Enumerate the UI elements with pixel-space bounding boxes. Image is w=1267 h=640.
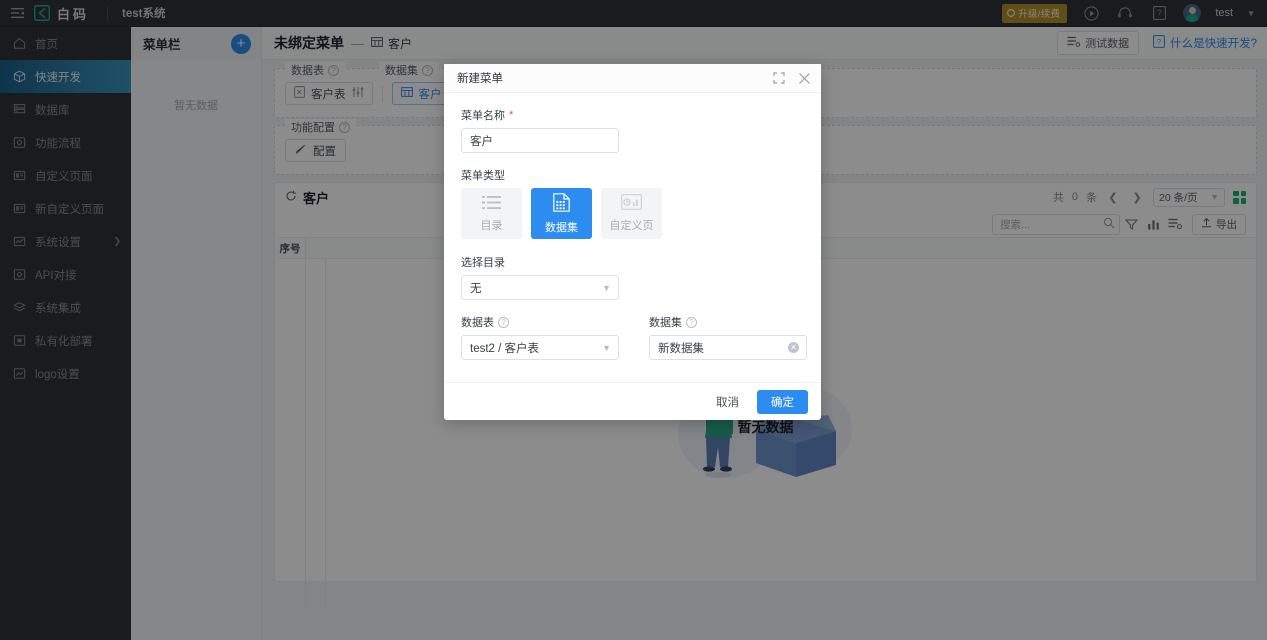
dataset-field-group: 数据集 ? 新数据集 ✕ [649,314,807,360]
catalog-value: 无 [470,282,482,295]
table-label: 数据表 ? [461,314,619,330]
menu-type-field-group: 菜单类型 目录 数据集 自定义页 [461,167,804,239]
list-icon [482,195,501,213]
help-icon[interactable]: ? [686,316,697,328]
app-root: 白码 test系统 升级/续费 ? test ▼ 首页 快速开发 数据库 功能流… [0,0,1267,640]
custom-dashboard-icon [621,194,642,213]
help-icon[interactable]: ? [498,316,509,328]
menu-type-option-dataset[interactable]: 数据集 [531,188,592,239]
catalog-label-text: 选择目录 [461,257,505,269]
new-menu-dialog: 新建菜单 菜单名称 * 客户 菜单类型 目录 数据集 自定义页 选择目录 无 ▼… [444,64,821,420]
dataset-input[interactable]: 新数据集 ✕ [649,335,807,360]
clear-icon[interactable]: ✕ [788,342,799,353]
dialog-footer: 取消 确定 [444,382,821,420]
table-value: test2 / 客户表 [470,342,540,355]
menu-type-option-custom-page[interactable]: 自定义页 [601,188,662,239]
chevron-down-icon: ▼ [602,282,611,293]
catalog-select[interactable]: 无 ▼ [461,275,619,300]
menu-name-input[interactable]: 客户 [461,128,619,153]
menu-name-value: 客户 [470,135,493,148]
chevron-down-icon: ▼ [602,342,611,353]
table-label-text: 数据表 [461,317,494,329]
cancel-button[interactable]: 取消 [709,390,746,414]
dataset-label-text: 数据集 [649,317,682,329]
catalog-field-group: 选择目录 无 ▼ [461,254,804,300]
menu-type-option-label: 自定义页 [609,220,654,232]
dialog-header: 新建菜单 [444,64,821,93]
menu-type-options: 目录 数据集 自定义页 [461,188,804,239]
menu-type-option-label: 目录 [480,219,503,232]
table-select[interactable]: test2 / 客户表 ▼ [461,335,619,360]
required-marker: * [509,109,514,121]
dataset-value: 新数据集 [658,342,704,355]
menu-type-option-catalog[interactable]: 目录 [461,188,522,239]
confirm-button[interactable]: 确定 [757,389,808,414]
table-dataset-row: 数据表 ? test2 / 客户表 ▼ 数据集 ? 新数据集 ✕ [461,314,807,360]
table-field-group: 数据表 ? test2 / 客户表 ▼ [461,314,619,360]
dialog-header-actions [772,71,811,85]
menu-name-label: 菜单名称 * [461,107,804,123]
dataset-icon [553,192,570,215]
menu-type-label: 菜单类型 [461,167,804,183]
dialog-title: 新建菜单 [457,73,503,85]
fullscreen-icon[interactable] [772,71,786,85]
menu-name-label-text: 菜单名称 [461,110,505,122]
catalog-label: 选择目录 [461,254,804,270]
menu-type-option-label: 数据集 [545,221,578,234]
menu-name-field-group: 菜单名称 * 客户 [461,107,804,153]
close-icon[interactable] [797,71,811,85]
dataset-label: 数据集 ? [649,314,807,330]
menu-type-label-text: 菜单类型 [461,170,505,182]
dialog-body: 菜单名称 * 客户 菜单类型 目录 数据集 自定义页 选择目录 无 ▼ 数据表 … [444,93,821,366]
